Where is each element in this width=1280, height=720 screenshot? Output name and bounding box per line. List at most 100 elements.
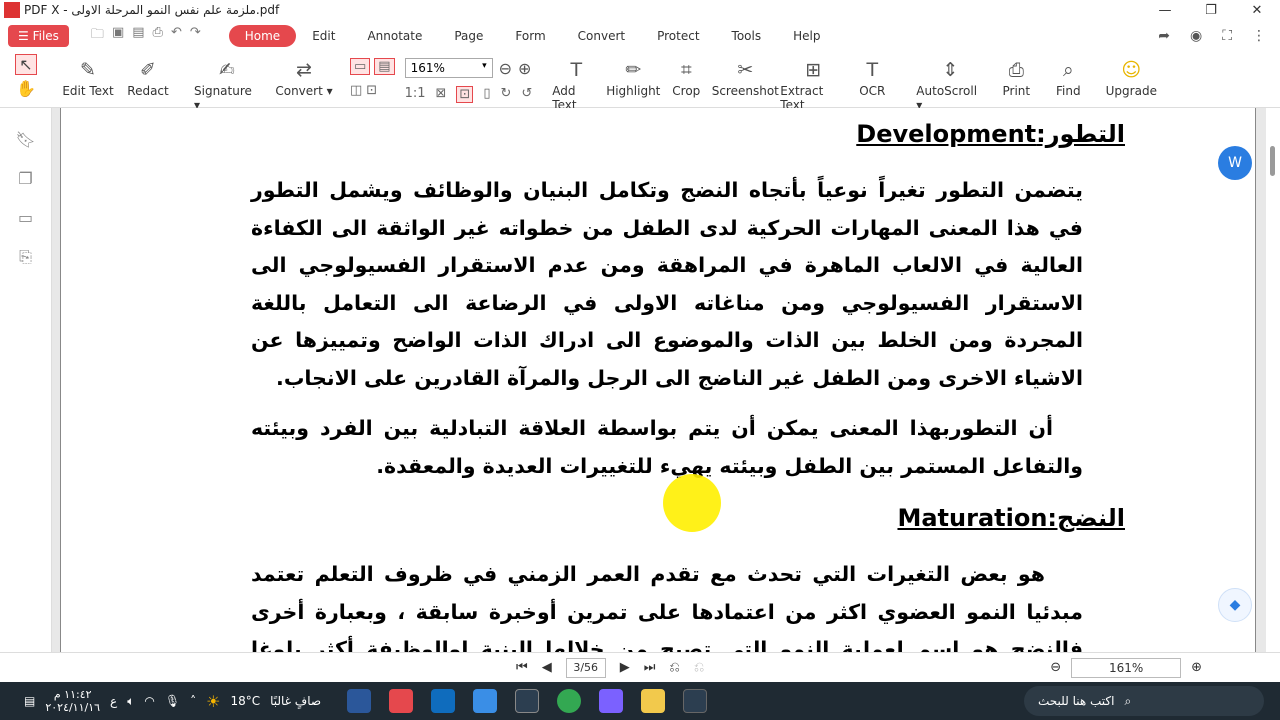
print-icon: ⎙: [1008, 59, 1024, 81]
fit-page-icon[interactable]: ⊠: [436, 86, 447, 103]
convert-word-icon[interactable]: W: [1218, 146, 1252, 180]
continuous-page-icon[interactable]: ▤: [374, 58, 395, 75]
copilot-app-icon[interactable]: [599, 689, 624, 713]
paragraph-development: يتضمن التطور تغيراً نوعياً بأتجاه النضج …: [251, 178, 1083, 390]
fit-visible-icon[interactable]: ▯: [483, 86, 490, 103]
monitor-app-icon[interactable]: [515, 689, 540, 713]
clock[interactable]: ١١:٤٢ م ٢٠٢٤/١١/١٦: [45, 688, 100, 714]
extract-text-button[interactable]: ⊞ Extract Text: [780, 56, 846, 112]
store-app-icon[interactable]: [473, 689, 498, 713]
word-app-icon[interactable]: [347, 689, 372, 713]
ocr-button[interactable]: T OCR: [852, 56, 892, 98]
explorer-app-icon[interactable]: [641, 689, 666, 713]
cover-page-icon[interactable]: ⊡: [366, 83, 377, 98]
close-button[interactable]: ✕: [1234, 3, 1280, 18]
add-text-button[interactable]: T Add Text: [552, 56, 600, 112]
hand-tool-icon[interactable]: ✋: [16, 79, 36, 98]
page-number-input[interactable]: 3/56: [565, 657, 606, 678]
share-icon[interactable]: ➦: [1158, 28, 1170, 44]
redact-button[interactable]: ✐ Redact: [120, 56, 176, 98]
minimize-button[interactable]: —: [1142, 3, 1188, 18]
autoscroll-icon: ⇕: [942, 59, 959, 81]
files-button[interactable]: ☰ Files: [8, 25, 69, 47]
status-zoom-in-icon[interactable]: ⊕: [1191, 660, 1202, 675]
next-view-icon[interactable]: ⎌: [694, 660, 704, 675]
select-tool-icon[interactable]: ↖: [15, 54, 37, 75]
menu-tools[interactable]: Tools: [716, 25, 778, 47]
highlight-button[interactable]: ✏ Highlight: [606, 56, 660, 98]
menu-convert[interactable]: Convert: [562, 25, 641, 47]
bookmark-icon[interactable]: 🔖︎: [15, 130, 35, 149]
app-logo-icon: [4, 2, 20, 18]
extract-text-icon: ⊞: [805, 59, 822, 81]
save-as-icon[interactable]: ▤: [132, 25, 144, 47]
tray-chevron-icon[interactable]: ˄: [190, 694, 196, 708]
undo-icon[interactable]: ↶: [171, 25, 182, 47]
single-page-icon[interactable]: ▭: [350, 58, 371, 75]
cursor-highlight: [663, 474, 721, 532]
document-viewport[interactable]: التطور:Development يتضمن التطور تغيراً ن…: [52, 108, 1266, 652]
zoom-in-icon[interactable]: ⊕: [518, 59, 531, 78]
actual-size-icon[interactable]: 1:1: [405, 86, 426, 103]
taskbar-search[interactable]: ⌕ اكتب هنا للبحث: [1024, 686, 1264, 716]
task-view-icon[interactable]: [683, 689, 708, 713]
find-button[interactable]: ⌕ Find: [1048, 56, 1088, 98]
signature-button[interactable]: ✍ Signature ▾: [194, 56, 260, 112]
menu-page[interactable]: Page: [438, 25, 499, 47]
menu-edit[interactable]: Edit: [296, 25, 351, 47]
attachments-icon[interactable]: ⎘: [19, 247, 32, 267]
print-label: Print: [1002, 84, 1031, 98]
ocr-label: OCR: [859, 84, 886, 98]
last-page-icon[interactable]: ⏭: [644, 660, 656, 675]
fullscreen-icon[interactable]: ⛶: [1222, 28, 1232, 44]
two-page-icon[interactable]: ◫: [350, 83, 362, 98]
open-folder-icon[interactable]: 🗀: [91, 25, 104, 47]
language-indicator[interactable]: ع: [110, 694, 117, 708]
menu-protect[interactable]: Protect: [641, 25, 715, 47]
autoscroll-button[interactable]: ⇕ AutoScroll ▾: [916, 56, 984, 112]
status-zoom-field[interactable]: 161%: [1071, 657, 1182, 678]
chevron-down-icon: ▾: [482, 61, 487, 71]
edit-text-icon: ✎: [80, 59, 96, 81]
first-page-icon[interactable]: ⏮: [516, 660, 528, 675]
next-page-icon[interactable]: ▶: [620, 660, 630, 675]
read-mode-icon[interactable]: ◉: [1190, 28, 1202, 44]
wifi-icon[interactable]: ◠: [144, 694, 154, 708]
mail-app-icon[interactable]: [431, 689, 456, 713]
menu-annotate[interactable]: Annotate: [351, 25, 438, 47]
menu-form[interactable]: Form: [499, 25, 561, 47]
comments-icon[interactable]: ▭: [18, 208, 33, 227]
screenshot-button[interactable]: ✂ Screenshot: [712, 56, 779, 98]
menu-help[interactable]: Help: [777, 25, 836, 47]
redo-icon[interactable]: ↷: [190, 25, 201, 47]
volume-icon[interactable]: 🔈︎: [127, 694, 134, 709]
convert-button[interactable]: ⇄ Convert ▾: [272, 56, 336, 98]
edit-text-button[interactable]: ✎ Edit Text: [60, 56, 116, 98]
vertical-scrollbar[interactable]: [1266, 108, 1280, 652]
maximize-button[interactable]: ❐: [1188, 3, 1234, 18]
prev-page-icon[interactable]: ◀: [542, 660, 552, 675]
thumbnails-icon[interactable]: ❐: [18, 169, 32, 188]
crop-button[interactable]: ⌗ Crop: [666, 56, 706, 98]
more-icon[interactable]: ⋮: [1252, 28, 1266, 44]
notification-icon[interactable]: ▤: [24, 694, 35, 708]
pdfx-app-icon[interactable]: [389, 689, 414, 713]
edge-app-icon[interactable]: [557, 689, 582, 713]
zoom-out-icon[interactable]: ⊖: [499, 59, 512, 78]
ai-assistant-icon[interactable]: ◆: [1218, 588, 1252, 622]
previous-view-icon[interactable]: ⎌: [669, 660, 679, 675]
status-zoom-out-icon[interactable]: ⊖: [1050, 660, 1061, 675]
weather-icon[interactable]: ☀: [206, 692, 220, 711]
upgrade-button[interactable]: ☺ Upgrade: [1106, 56, 1157, 98]
paragraph-maturation: هو بعض التغيرات التي تحدث مع تقدم العمر …: [251, 562, 1083, 652]
microphone-icon[interactable]: 🎙︎: [165, 694, 180, 708]
zoom-select[interactable]: 161% ▾: [404, 58, 493, 78]
rotate-left-icon[interactable]: ↺: [521, 86, 532, 103]
print-button[interactable]: ⎙ Print: [996, 56, 1036, 98]
scrollbar-thumb[interactable]: [1270, 146, 1275, 176]
print-small-icon[interactable]: ⎙: [153, 25, 163, 47]
menu-home[interactable]: Home: [228, 25, 297, 47]
fit-width-icon[interactable]: ⊡: [456, 86, 474, 103]
rotate-right-icon[interactable]: ↻: [500, 86, 511, 103]
save-icon[interactable]: ▣: [112, 25, 124, 47]
